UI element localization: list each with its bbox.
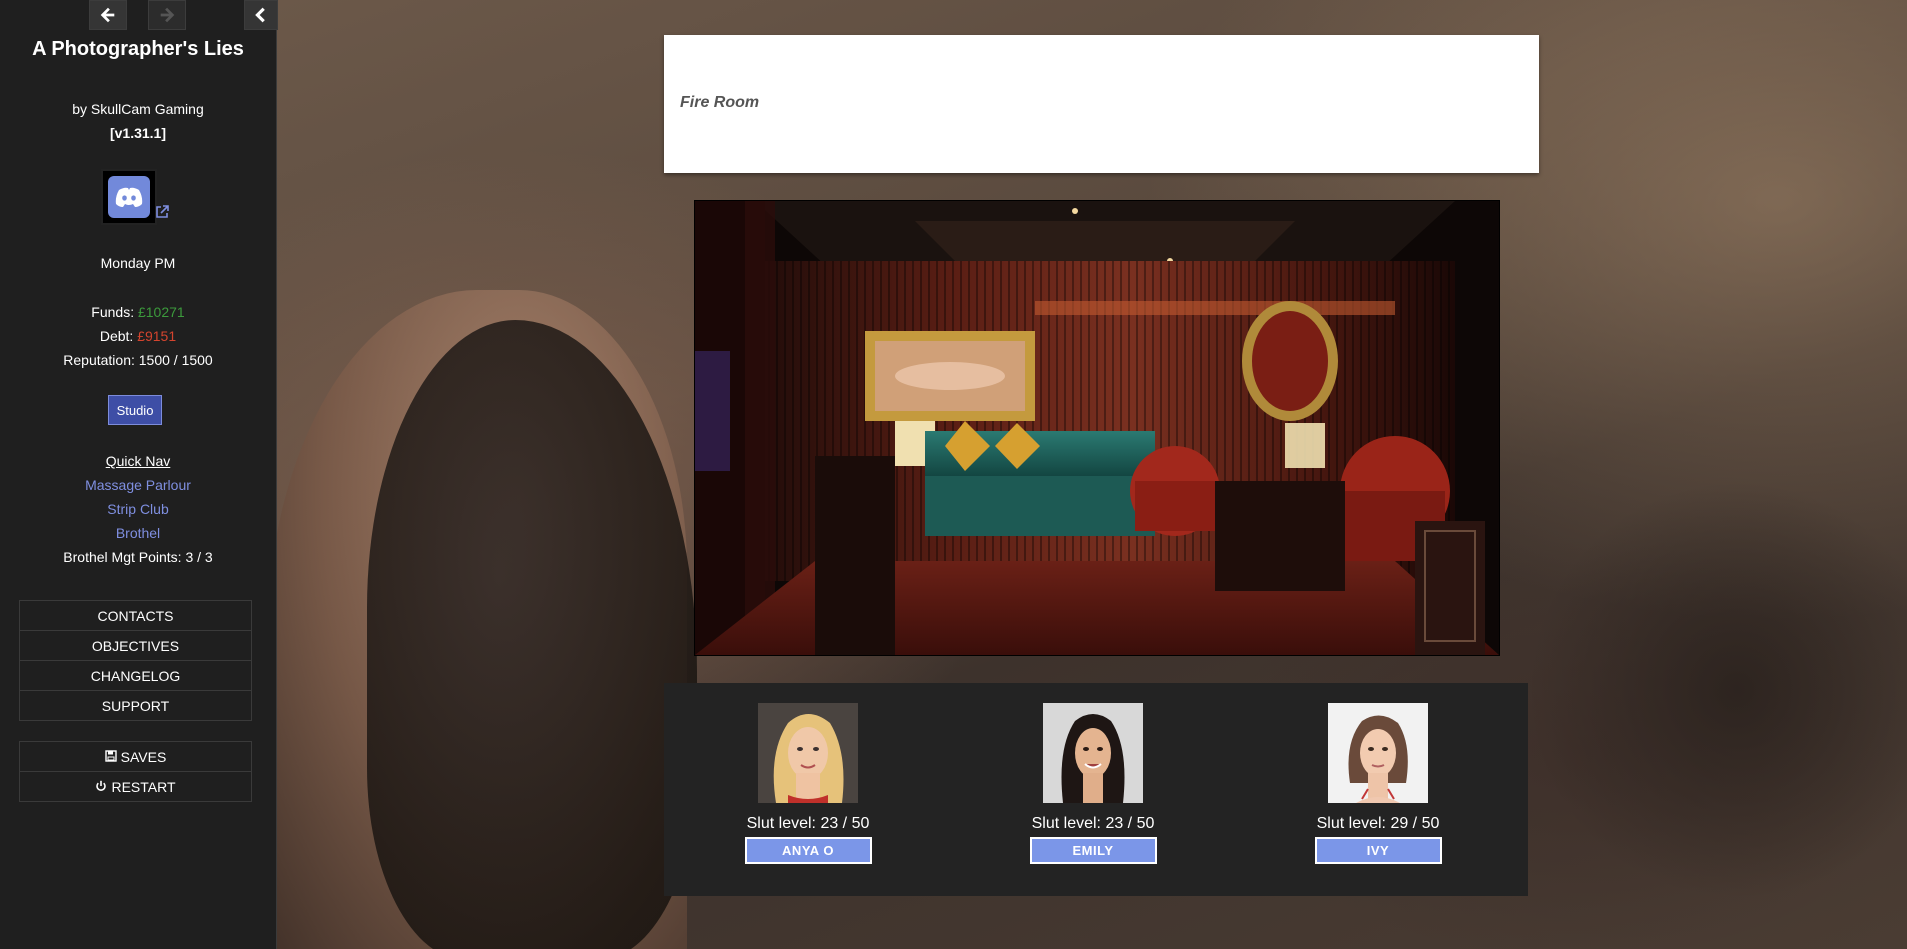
system-menu: SAVES RESTART xyxy=(19,741,252,802)
location-name: Fire Room xyxy=(680,94,760,111)
story-title: A Photographer's Lies xyxy=(32,38,244,60)
slut-level: Slut level: 23 / 50 xyxy=(1031,815,1155,832)
menu-contacts[interactable]: CONTACTS xyxy=(19,600,252,631)
chevron-left-icon xyxy=(255,7,265,23)
author-byline: by SkullCam Gaming xyxy=(72,101,204,117)
girl-card-anya-o: Slut level: 23 / 50 ANYA O xyxy=(738,703,878,864)
arrow-left-icon xyxy=(100,7,115,23)
external-link-icon[interactable] xyxy=(155,205,169,222)
sidebar: A Photographer's Lies by SkullCam Gaming… xyxy=(0,0,278,949)
quick-nav-massage-parlour[interactable]: Massage Parlour xyxy=(0,477,276,493)
debt-value: £9151 xyxy=(137,328,177,344)
girls-panel: Slut level: 23 / 50 ANYA O Slut level: 2… xyxy=(664,683,1528,896)
power-icon xyxy=(95,773,107,803)
brothel-points: Brothel Mgt Points: 3 / 3 xyxy=(63,549,213,565)
menu-support[interactable]: SUPPORT xyxy=(19,690,252,721)
back-button[interactable] xyxy=(89,0,127,30)
restart-button[interactable]: RESTART xyxy=(19,771,252,802)
girl-button-anya-o[interactable]: ANYA O xyxy=(744,837,872,864)
background-shadow xyxy=(1527,480,1907,900)
collapse-sidebar-button[interactable] xyxy=(244,0,278,30)
funds-label: Funds: xyxy=(91,304,138,320)
discord-link[interactable] xyxy=(101,169,157,225)
slut-level: Slut level: 23 / 50 xyxy=(746,815,870,832)
debt-stat: Debt: £9151 xyxy=(0,328,276,344)
quick-nav-brothel[interactable]: Brothel xyxy=(0,525,276,541)
version-label: [v1.31.1] xyxy=(109,125,167,141)
portrait-ivy[interactable] xyxy=(1328,703,1428,803)
forward-button[interactable] xyxy=(148,0,186,30)
menu-changelog[interactable]: CHANGELOG xyxy=(19,660,252,691)
floppy-disk-icon xyxy=(104,743,117,773)
girl-button-ivy[interactable]: IVY xyxy=(1314,837,1442,864)
girl-card-ivy: Slut level: 29 / 50 IVY xyxy=(1308,703,1448,864)
portrait-anya-o[interactable] xyxy=(758,703,858,803)
girl-button-emily[interactable]: EMILY xyxy=(1029,837,1157,864)
discord-icon xyxy=(108,176,150,218)
funds-stat: Funds: £10271 xyxy=(0,304,276,320)
restart-label: RESTART xyxy=(111,779,176,795)
studio-button[interactable]: Studio xyxy=(108,395,162,425)
saves-label: SAVES xyxy=(120,749,167,765)
menu-objectives[interactable]: OBJECTIVES xyxy=(19,630,252,661)
girl-card-emily: Slut level: 23 / 50 EMILY xyxy=(1023,703,1163,864)
slut-level: Slut level: 29 / 50 xyxy=(1316,815,1440,832)
reputation-stat: Reputation: 1500 / 1500 xyxy=(63,352,213,368)
time-of-day: Monday PM xyxy=(100,255,176,271)
saves-button[interactable]: SAVES xyxy=(19,741,252,772)
funds-value: £10271 xyxy=(137,304,185,320)
quick-nav-heading: Quick Nav xyxy=(105,453,171,469)
arrow-right-icon xyxy=(160,7,175,23)
debt-label: Debt: xyxy=(99,328,138,344)
location-header: Fire Room xyxy=(664,35,1539,173)
fire-room-lounge-image xyxy=(694,200,1500,656)
portrait-emily[interactable] xyxy=(1043,703,1143,803)
history-controls xyxy=(0,0,278,30)
story-menu: CONTACTS OBJECTIVES CHANGELOG SUPPORT xyxy=(19,600,252,721)
quick-nav-strip-club[interactable]: Strip Club xyxy=(0,501,276,517)
